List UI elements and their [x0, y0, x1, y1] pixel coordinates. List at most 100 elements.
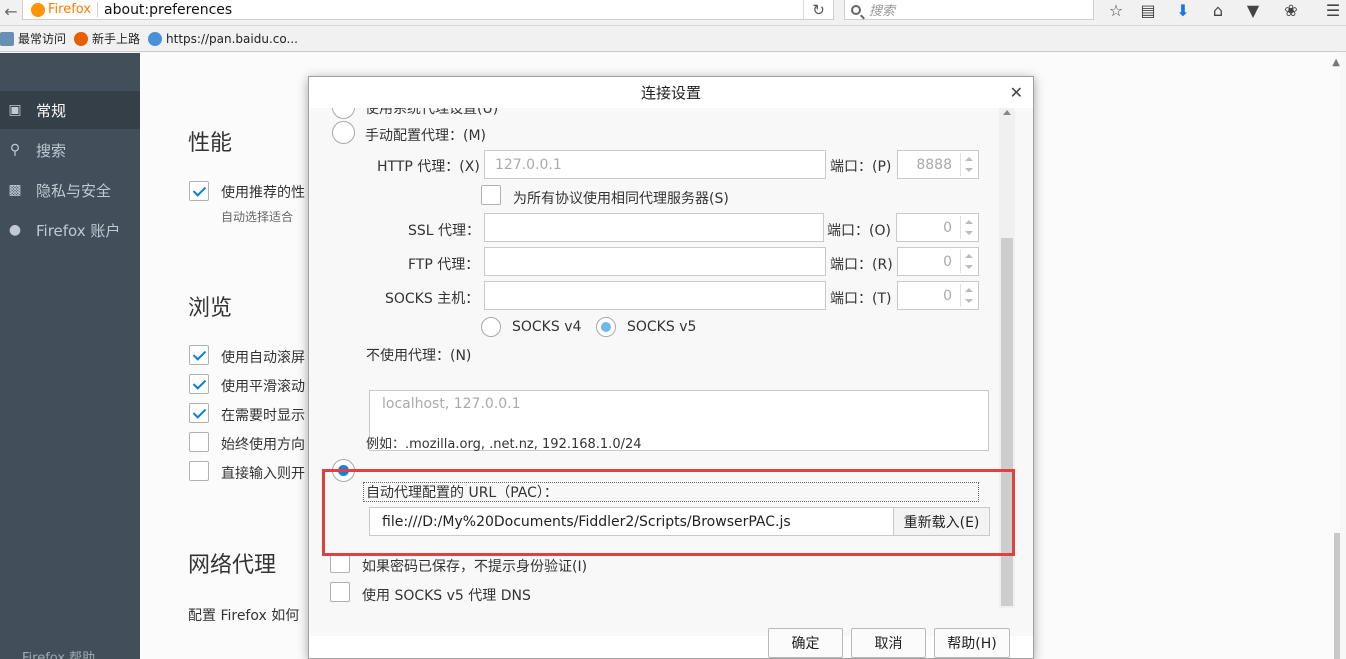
browse-checkbox-show[interactable] — [189, 403, 209, 423]
socks-port-stepper[interactable] — [960, 284, 976, 307]
socks-v4-label: SOCKS v4 — [512, 319, 582, 335]
url-identity-label: Firefox — [48, 2, 99, 17]
performance-checkbox[interactable] — [189, 181, 209, 201]
socks-dns-checkbox[interactable] — [330, 582, 350, 602]
firefox-icon — [74, 31, 89, 46]
lock-icon: ▩ — [8, 182, 22, 198]
menu-icon[interactable]: ☰ — [1321, 0, 1345, 20]
auto-pac-row[interactable]: 自动代理配置的 URL（PAC）： — [363, 482, 979, 502]
http-port-input[interactable]: 8888 — [897, 150, 979, 179]
ssl-port-stepper[interactable] — [960, 216, 976, 239]
auto-pac-label: 自动代理配置的 URL（PAC）： — [366, 485, 558, 501]
no-proxy-label: 不使用代理：(N) — [366, 348, 472, 364]
back-arrow-icon[interactable]: ← — [0, 0, 22, 22]
socks-host-input[interactable] — [484, 281, 826, 310]
cancel-button[interactable]: 取消 — [851, 628, 926, 658]
sidebar-item-label: 搜索 — [36, 141, 67, 160]
browse-checkbox-smooth[interactable] — [189, 374, 209, 394]
no-auth-prompt-checkbox[interactable] — [330, 553, 350, 573]
ssl-proxy-input[interactable] — [484, 213, 824, 242]
socks-port-value: 0 — [943, 287, 952, 304]
download-icon[interactable]: ⬇ — [1171, 0, 1195, 20]
browser-toolbar: ← Firefox about:preferences ↻ 搜索 ☆ ▤ ⬇ ⌂… — [0, 0, 1346, 26]
http-proxy-input[interactable]: 127.0.0.1 — [484, 150, 826, 179]
sidebar-item-label: Firefox 账户 — [36, 221, 121, 240]
http-port-value: 8888 — [916, 156, 952, 173]
browse-checkbox-find[interactable] — [189, 461, 209, 481]
page-scrollbar-thumb[interactable] — [1334, 533, 1340, 659]
browse-checkbox-caret[interactable] — [189, 432, 209, 452]
search-placeholder: 搜索 — [869, 4, 896, 19]
reload-pac-button[interactable]: 重新载入(E) — [893, 507, 990, 536]
scroll-up-icon[interactable] — [1003, 110, 1011, 115]
browse-option-label: 在需要时显示 — [221, 408, 305, 424]
search-icon — [851, 4, 861, 15]
bookmark-label: https://pan.baidu.co... — [166, 31, 298, 46]
section-title-browsing: 浏览 — [188, 296, 233, 321]
same-proxy-label: 为所有协议使用相同代理服务器(S) — [513, 191, 729, 207]
home-icon[interactable]: ⌂ — [1206, 0, 1230, 20]
network-proxy-description: 配置 Firefox 如何 — [188, 608, 300, 624]
ssl-port-input[interactable]: 0 — [896, 213, 979, 242]
page-scroll-up-icon[interactable]: ▲ — [1332, 57, 1340, 68]
sidebar-item-search[interactable]: ⚲ 搜索 — [0, 131, 140, 169]
url-text[interactable]: about:preferences — [104, 2, 232, 18]
close-icon[interactable]: ✕ — [1010, 83, 1023, 102]
ok-button[interactable]: 确定 — [768, 628, 843, 658]
ftp-port-stepper[interactable] — [960, 250, 976, 273]
bookmark-label: 新手上路 — [92, 32, 141, 46]
star-folder-icon — [0, 31, 14, 46]
http-proxy-label: HTTP 代理：(X) — [377, 159, 480, 175]
pocket-icon[interactable]: ▼ — [1241, 0, 1265, 20]
account-icon: ● — [8, 222, 22, 238]
same-proxy-checkbox[interactable] — [481, 185, 501, 205]
general-icon: ▣ — [8, 102, 22, 118]
radio-socks-v5[interactable] — [596, 317, 616, 337]
manual-proxy-label: 手动配置代理：(M) — [365, 128, 487, 144]
pac-url-input[interactable]: file:///D:/My%20Documents/Fiddler2/Scrip… — [369, 507, 895, 536]
help-button[interactable]: 帮助(H) — [934, 628, 1010, 658]
http-port-stepper[interactable] — [960, 153, 976, 176]
no-proxy-example: 例如：.mozilla.org, .net.nz, 192.168.1.0/24 — [366, 437, 642, 452]
bookmark-label: 最常访问 — [18, 32, 67, 46]
socks-v5-label: SOCKS v5 — [627, 319, 697, 335]
radio-system-proxy[interactable] — [332, 108, 355, 119]
system-proxy-label: 使用系统代理设置(U) — [365, 108, 499, 117]
no-auth-prompt-label: 如果密码已保存，不提示身份验证(I) — [362, 559, 588, 575]
bookmark-getting-started[interactable]: 新手上路 — [74, 30, 140, 47]
browse-option-label: 使用平滑滚动 — [221, 379, 305, 395]
sidebar-item-privacy[interactable]: ▩ 隐私与安全 — [0, 171, 140, 209]
radio-auto-pac[interactable] — [332, 459, 355, 482]
sidebar-help-link[interactable]: Firefox 帮助 — [22, 647, 95, 659]
dialog-title: 连接设置 — [309, 77, 1033, 107]
socks-host-label: SOCKS 主机： — [385, 291, 480, 307]
bookmark-star-icon[interactable]: ☆ — [1104, 0, 1128, 20]
socks-port-input[interactable]: 0 — [897, 281, 979, 310]
browse-option-label: 始终使用方向 — [221, 437, 305, 453]
radio-manual-proxy[interactable] — [332, 121, 355, 144]
url-bar[interactable]: Firefox about:preferences ↻ — [22, 0, 834, 20]
ftp-port-input[interactable]: 0 — [897, 247, 979, 276]
baidu-cloud-icon — [148, 31, 163, 46]
search-input[interactable]: 搜索 — [844, 0, 1094, 20]
bookmark-most-visited[interactable]: 最常访问 — [0, 30, 66, 47]
radio-socks-v4[interactable] — [481, 317, 501, 337]
ssl-port-label: 端口：(O) — [827, 223, 891, 239]
preferences-sidebar: ▣ 常规 ⚲ 搜索 ▩ 隐私与安全 ● Firefox 账户 Firefox 帮… — [0, 53, 140, 659]
dialog-scrollbar-thumb[interactable] — [1001, 238, 1013, 606]
library-icon[interactable]: ▤ — [1136, 0, 1160, 20]
dialog-content: 使用系统代理设置(U) 手动配置代理：(M) HTTP 代理：(X) 127.0… — [309, 108, 1033, 636]
section-title-network-proxy: 网络代理 — [188, 553, 277, 578]
extension-icon[interactable]: ❀ — [1279, 0, 1303, 20]
ftp-proxy-input[interactable] — [484, 247, 826, 276]
http-port-label: 端口：(P) — [830, 159, 892, 175]
sidebar-item-label: 隐私与安全 — [36, 181, 112, 200]
bookmark-baidu-pan[interactable]: https://pan.baidu.co... — [148, 31, 298, 46]
sidebar-item-account[interactable]: ● Firefox 账户 — [0, 211, 140, 249]
browse-checkbox-autoscroll[interactable] — [189, 345, 209, 365]
search-icon: ⚲ — [9, 142, 21, 158]
bookmarks-toolbar: 最常访问 新手上路 https://pan.baidu.co... — [0, 26, 1346, 52]
reload-icon[interactable]: ↻ — [803, 0, 833, 19]
sidebar-item-general[interactable]: ▣ 常规 — [0, 91, 140, 129]
dialog-scrollbar[interactable] — [999, 108, 1015, 608]
